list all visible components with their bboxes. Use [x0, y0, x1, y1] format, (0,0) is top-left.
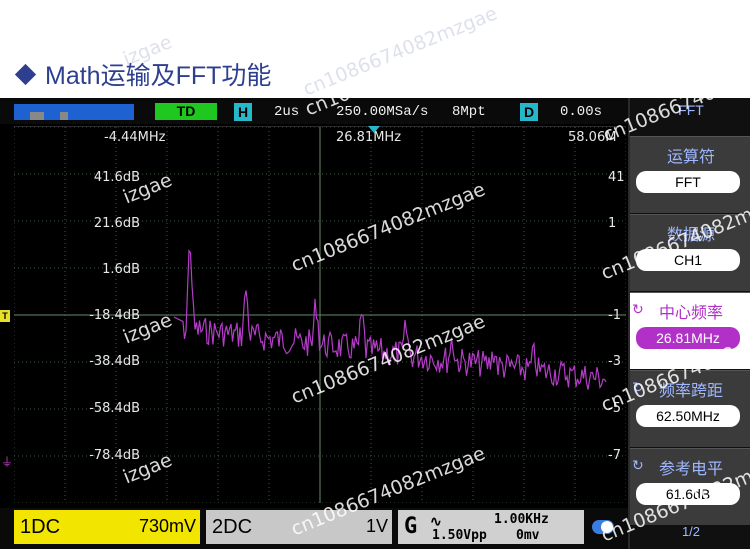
ch2-coupling: 2DC — [212, 516, 253, 538]
memory-depth-value: 8Mpt — [452, 104, 486, 120]
db-label: -18.4dB — [89, 308, 140, 323]
trigger-level-marker[interactable]: T — [0, 310, 10, 322]
db-label: -78.4dB — [89, 448, 140, 463]
menu-item-label: 运算符 — [666, 149, 715, 166]
delay-icon[interactable]: D — [520, 103, 538, 121]
generator-offset: 0mv — [516, 528, 540, 543]
db-label: 1.6dB — [102, 262, 140, 277]
right-edge-label: -3 — [608, 354, 621, 369]
freq-left-label: -4.44MHz — [104, 130, 166, 145]
ch1-status[interactable]: 1DC 730mV — [14, 510, 200, 544]
diamond-bullet-icon — [14, 63, 37, 85]
db-label: -58.4dB — [89, 401, 140, 416]
horizontal-icon[interactable]: H — [234, 103, 252, 121]
right-edge-label: 41 — [608, 170, 625, 185]
sample-rate-value: 250.00MSa/s — [336, 104, 429, 120]
generator-label: G — [404, 514, 418, 539]
oscilloscope-screen: TD H 2us 250.00MSa/s 8Mpt D 0.00s -4.44M… — [0, 98, 750, 549]
right-edge-label: -1 — [608, 308, 621, 323]
timebase-value: 2us — [274, 104, 300, 120]
menu-item-value[interactable]: 62.50MHz — [636, 405, 740, 427]
channel-indicator-gray — [30, 112, 44, 120]
right-edge-label: 1 — [608, 216, 617, 231]
generator-amplitude: 1.50Vpp — [432, 528, 487, 543]
menu-item-value[interactable]: FFT — [636, 171, 740, 193]
ch1-coupling: 1DC — [20, 516, 61, 538]
generator-frequency: 1.00KHz — [494, 512, 549, 527]
menu-item-operator[interactable]: 运算符 FFT — [630, 136, 750, 213]
generator-status[interactable]: G ∿ 1.00KHz 1.50Vpp 0mv — [398, 510, 584, 544]
db-label: 41.6dB — [93, 170, 140, 185]
delay-value: 0.00s — [560, 104, 603, 120]
ch2-scale: 1V — [365, 516, 388, 536]
channel-indicator-gray2 — [60, 112, 68, 120]
ground-icon: ⏚ — [1, 455, 14, 469]
page-title-text: Math运输及FFT功能 — [45, 62, 272, 90]
center-marker-icon — [368, 126, 380, 133]
trigger-mode-badge[interactable]: TD — [155, 103, 217, 120]
db-label: -38.4dB — [89, 354, 140, 369]
menu-item-label: 中心频率 — [658, 305, 723, 322]
db-label: 21.6dB — [93, 216, 140, 231]
ch1-scale: 730mV — [138, 516, 196, 536]
right-edge-label: -7 — [608, 448, 621, 463]
